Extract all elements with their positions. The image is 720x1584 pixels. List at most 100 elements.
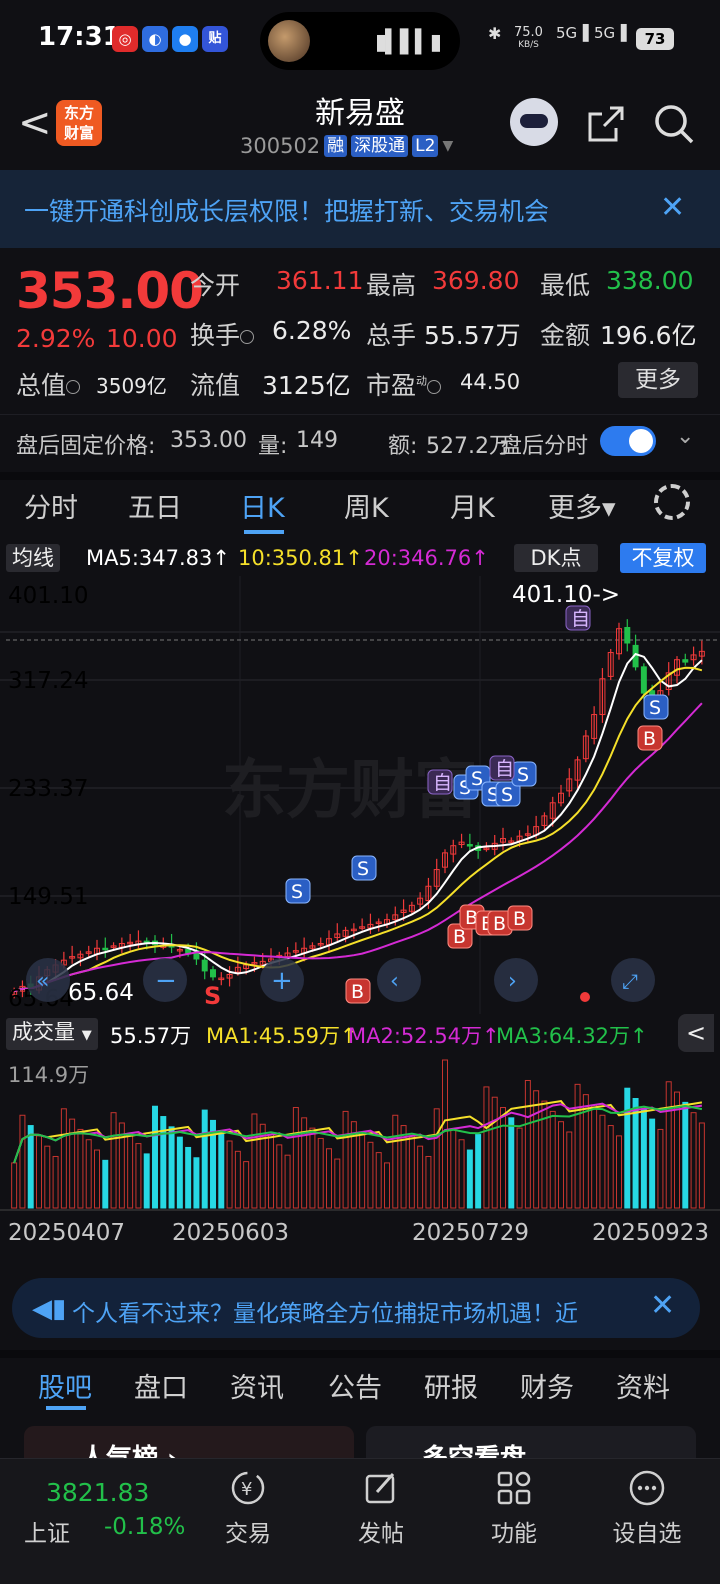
volume-value: 55.57万	[424, 321, 521, 350]
trade-mark-label: B	[643, 728, 656, 750]
ah-timeshare-toggle[interactable]	[600, 426, 656, 456]
volume-bar	[60, 1108, 67, 1209]
nav-trade[interactable]: ¥ 交易	[198, 1468, 298, 1548]
volume-bar	[243, 1161, 250, 1209]
index-change[interactable]: -0.18%	[104, 1514, 185, 1540]
ah-price-label: 盘后固定价格:	[16, 434, 156, 459]
volume-bar	[599, 1114, 606, 1209]
volume-indicator-button[interactable]: 成交量 ▼	[6, 1018, 98, 1050]
assistant-robot-icon[interactable]	[510, 98, 558, 146]
volume-bar	[458, 1139, 465, 1209]
media-avatar	[268, 20, 310, 62]
volume-bar	[168, 1126, 175, 1209]
tab-finance[interactable]: 财务	[520, 1366, 574, 1405]
volume-bar	[143, 1153, 150, 1209]
signal-s-mark: S	[204, 982, 221, 1010]
tab-more[interactable]: 更多▾	[548, 486, 616, 525]
tab-news[interactable]: 资讯	[230, 1366, 284, 1405]
banner-close-icon[interactable]: ✕	[660, 190, 685, 225]
volume-bar	[94, 1149, 100, 1209]
stock-code-line[interactable]: 300502 融 深股通 L2 ▼	[240, 134, 453, 158]
volume-bar	[152, 1105, 158, 1209]
nav-functions[interactable]: 功能	[464, 1468, 564, 1548]
float-label: 流值	[190, 371, 241, 400]
volume-ma-lines	[13, 1100, 703, 1164]
tab-daily-k[interactable]: 日K	[240, 486, 285, 525]
share-icon[interactable]	[582, 100, 630, 148]
volume-bar	[475, 1134, 482, 1209]
promo-close-icon[interactable]: ✕	[650, 1288, 675, 1323]
nav-add-watchlist[interactable]: 设自选	[597, 1468, 697, 1548]
scroll-left-double-button[interactable]: «	[26, 958, 70, 1002]
volume-bar	[176, 1136, 183, 1209]
volume-bar	[591, 1104, 598, 1209]
banner-text[interactable]: 一键开通科创成长层权限！把握打新、交易机会	[24, 192, 549, 228]
index-value[interactable]: 3821.83	[46, 1478, 149, 1507]
volume-bar	[549, 1110, 556, 1209]
ma-selector-button[interactable]: 均线	[6, 544, 60, 572]
volume-bar	[309, 1127, 316, 1209]
megaphone-icon: ◀▮	[32, 1294, 67, 1324]
trade-mark-label: S	[517, 764, 529, 786]
trade-mark-label: B	[351, 981, 364, 1003]
volume-bar	[574, 1083, 581, 1209]
dk-point-button[interactable]: DK点	[514, 544, 598, 572]
nav-add-watchlist-label: 设自选	[612, 1521, 682, 1547]
status-time: 17:31	[38, 22, 121, 52]
chevron-down-icon[interactable]: ⌄	[676, 424, 694, 449]
tab-profile[interactable]: 资料	[616, 1366, 670, 1405]
candle	[624, 627, 631, 644]
nav-post[interactable]: 发帖	[331, 1468, 431, 1548]
volume-bar	[342, 1110, 349, 1209]
dynamic-island[interactable]: ▮▍▌▍▮	[260, 12, 460, 70]
live-dot	[580, 992, 590, 1002]
tab-five-day[interactable]: 五日	[128, 486, 182, 525]
volume-bar	[334, 1158, 341, 1209]
collapse-panel-button[interactable]: <	[678, 1014, 714, 1052]
zoom-out-button[interactable]: −	[143, 958, 187, 1002]
high-value: 369.80	[432, 266, 520, 295]
x-label-4: 20250923	[592, 1220, 710, 1246]
volume-bar	[317, 1137, 324, 1209]
search-icon[interactable]	[650, 100, 698, 148]
step-left-button[interactable]: ‹	[377, 958, 421, 1002]
tab-weekly-k[interactable]: 周K	[344, 486, 389, 525]
gear-icon[interactable]	[654, 484, 690, 520]
grid-icon	[497, 1471, 531, 1505]
volume-bar	[27, 1125, 34, 1209]
candle	[682, 659, 689, 663]
zoom-in-button[interactable]: +	[260, 958, 304, 1002]
promo-text[interactable]: 个人看不过来？量化策略全方位捕捉市场机遇！近	[72, 1294, 642, 1328]
signal-2-icon: 5G▐	[594, 24, 627, 42]
tab-guba[interactable]: 股吧	[38, 1366, 92, 1405]
tab-intraday[interactable]: 分时	[24, 486, 78, 525]
volume-bar	[632, 1098, 639, 1209]
step-right-button[interactable]: ›	[494, 958, 538, 1002]
open-value: 361.11	[276, 266, 364, 295]
tab-research[interactable]: 研报	[424, 1366, 478, 1405]
ma10-line	[13, 666, 703, 993]
chevron-down-icon: ▼	[442, 138, 454, 154]
tab-announcements[interactable]: 公告	[328, 1366, 382, 1405]
volume-bar	[77, 1128, 84, 1209]
svg-text:⤢: ⤢	[622, 969, 638, 993]
kline-chart[interactable]: 东方财富 BBBBBBBSSSSSSSS自自自S 401.10 317.24 2…	[0, 576, 720, 1014]
mktcap-value: 3509亿	[96, 374, 167, 398]
svg-text:‹: ‹	[390, 969, 399, 994]
y-label-2: 317.24	[8, 668, 88, 694]
fullscreen-button[interactable]: ⤢	[611, 958, 655, 1002]
tab-monthly-k[interactable]: 月K	[450, 486, 495, 525]
ah-timeshare-label: 盘后分时	[500, 434, 589, 459]
volume-chart[interactable]: 114.9万	[0, 1052, 720, 1212]
adjust-button[interactable]: 不复权	[620, 543, 706, 573]
tab-order-book[interactable]: 盘口	[134, 1366, 188, 1405]
volume-label: 总手	[366, 321, 417, 350]
x-label-3: 20250729	[412, 1220, 530, 1246]
index-name[interactable]: 上证	[24, 1514, 70, 1548]
pe-label: 市盈动	[366, 366, 442, 402]
nav-functions-label: 功能	[491, 1521, 537, 1547]
volume-bar	[193, 1157, 200, 1209]
app-notification-icon: ◐	[142, 26, 168, 52]
net-speed: 75.0 KB/S	[514, 25, 543, 50]
more-button[interactable]: 更多	[618, 362, 698, 398]
